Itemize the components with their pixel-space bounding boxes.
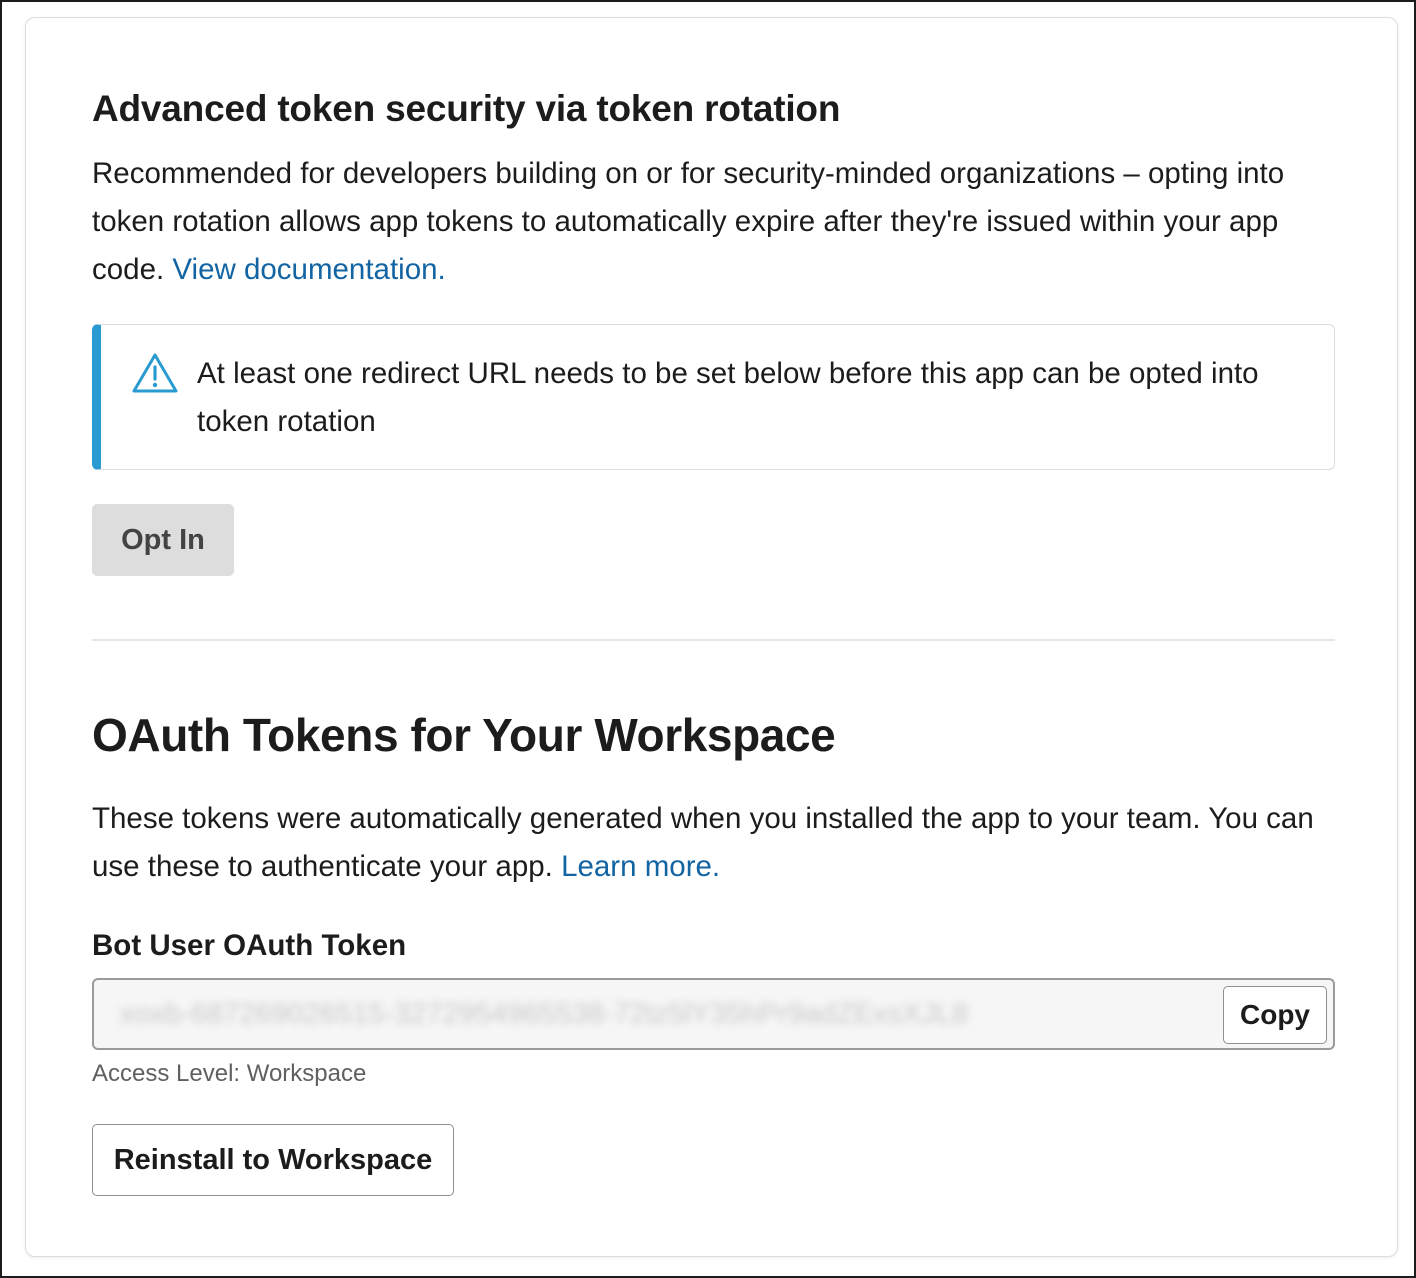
- copy-token-button[interactable]: Copy: [1223, 986, 1327, 1044]
- opt-in-button[interactable]: Opt In: [92, 504, 234, 576]
- warning-triangle-icon: [132, 353, 178, 393]
- token-rotation-heading: Advanced token security via token rotati…: [92, 88, 841, 129]
- card-content: Advanced token security via token rotati…: [92, 18, 1335, 1258]
- bot-token-field[interactable]: xoxb-687269026515-3272954965538-72tz5lY3…: [92, 978, 1335, 1050]
- redirect-url-alert: At least one redirect URL needs to be se…: [92, 324, 1335, 470]
- token-rotation-description: Recommended for developers building on o…: [92, 150, 1335, 294]
- bot-token-label: Bot User OAuth Token: [92, 929, 407, 962]
- bot-token-value[interactable]: xoxb-687269026515-3272954965538-72tz5lY3…: [120, 980, 968, 1048]
- access-level-text: Access Level: Workspace: [92, 1060, 367, 1087]
- oauth-tokens-description: These tokens were automatically generate…: [92, 795, 1335, 891]
- view-documentation-link[interactable]: View documentation.: [172, 253, 445, 286]
- reinstall-to-workspace-button[interactable]: Reinstall to Workspace: [92, 1124, 454, 1196]
- redirect-url-alert-text: At least one redirect URL needs to be se…: [197, 357, 1259, 438]
- oauth-tokens-heading: OAuth Tokens for Your Workspace: [92, 709, 836, 761]
- learn-more-link[interactable]: Learn more.: [561, 850, 720, 883]
- section-divider: [92, 639, 1335, 641]
- oauth-settings-card: Advanced token security via token rotati…: [25, 17, 1398, 1257]
